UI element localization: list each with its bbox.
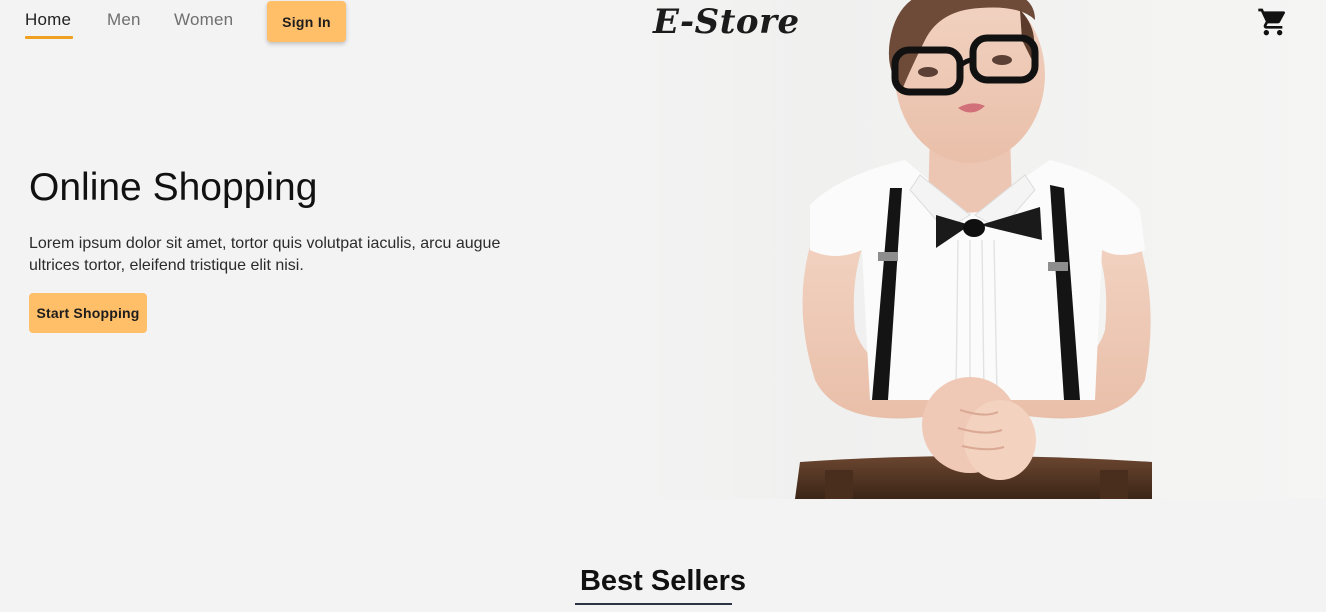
- active-nav-underline: [25, 36, 73, 39]
- shopping-cart-icon[interactable]: [1257, 6, 1289, 38]
- best-sellers-title: Best Sellers: [579, 565, 747, 597]
- best-sellers-underline: [575, 603, 732, 605]
- hero-description: Lorem ipsum dolor sit amet, tortor quis …: [29, 235, 501, 274]
- nav-link-home[interactable]: Home: [25, 10, 71, 30]
- sign-in-button[interactable]: Sign In: [267, 1, 346, 42]
- hero-title: Online Shopping: [29, 166, 318, 209]
- hero-model-image: [640, 0, 1326, 499]
- start-shopping-button[interactable]: Start Shopping: [29, 293, 147, 333]
- nav-link-men[interactable]: Men: [107, 10, 141, 30]
- nav-link-women[interactable]: Women: [174, 10, 233, 30]
- top-navigation: Home Men Women Sign In E-Store: [0, 0, 1326, 44]
- hero-section: Home Men Women Sign In E-Store Online Sh…: [0, 0, 1326, 499]
- store-logo[interactable]: E-Store: [653, 2, 800, 42]
